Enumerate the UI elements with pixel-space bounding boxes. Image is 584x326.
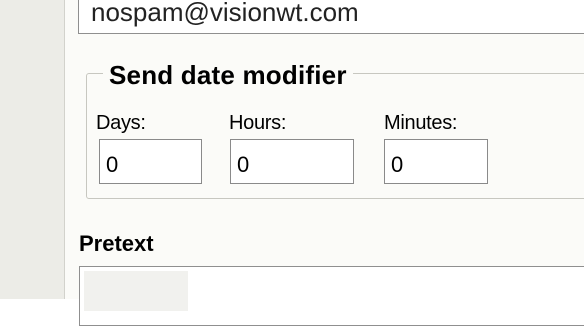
hours-label: Hours: (229, 112, 287, 134)
minutes-input[interactable] (384, 139, 488, 184)
hours-input[interactable] (230, 139, 354, 184)
pretext-title: Pretext (79, 231, 154, 256)
send-date-modifier-legend: Send date modifier (103, 58, 353, 92)
days-input[interactable] (99, 139, 202, 184)
minutes-label: Minutes: (384, 112, 458, 134)
email-address-field[interactable]: nospam@visionwt.com (78, 0, 584, 34)
email-address-value: nospam@visionwt.com (91, 0, 359, 27)
pretext-content (84, 271, 188, 311)
pretext-textarea[interactable] (79, 266, 584, 326)
left-panel-strip (0, 0, 65, 299)
days-label: Days: (96, 112, 146, 134)
